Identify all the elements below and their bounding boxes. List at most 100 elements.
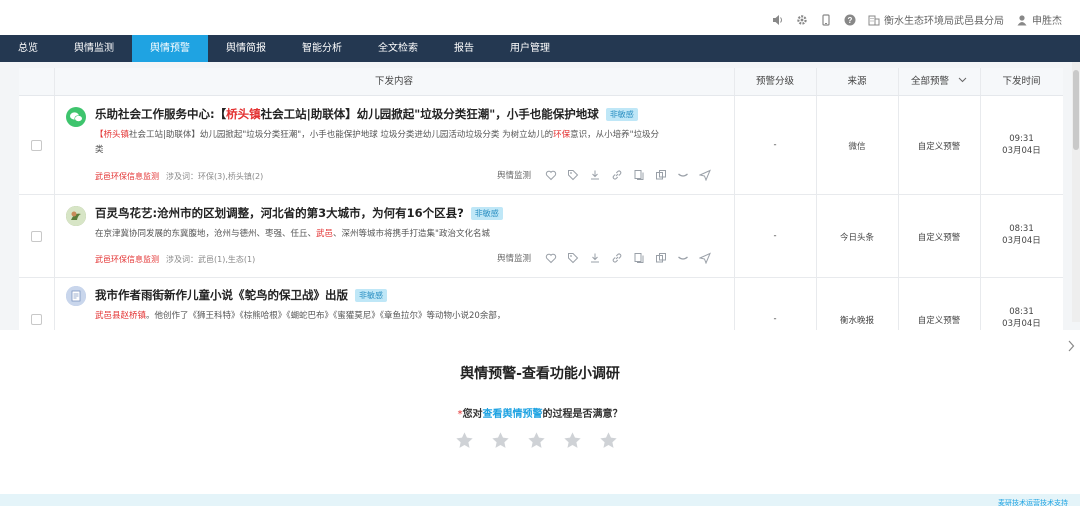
survey-question-link[interactable]: 查看舆情预警	[483, 409, 543, 420]
download-icon[interactable]	[589, 169, 601, 181]
link-icon[interactable]	[611, 169, 623, 181]
mobile-icon[interactable]	[820, 13, 832, 26]
download-icon[interactable]	[589, 252, 601, 264]
table-row: 百灵鸟花艺:沧州市的区划调整，河北省的第3大城市，为何有16个区县? 非敏感 在…	[19, 195, 1063, 278]
row-summary: 【桥头镇社会工站|助联体】幼儿园掀起"垃圾分类狂潮"，小手也能保护地球 垃圾分类…	[95, 130, 660, 155]
nav-briefing[interactable]: 舆情简报	[208, 35, 284, 62]
row-type: 自定义预警	[917, 316, 961, 326]
row-level: -	[773, 314, 777, 324]
nav-monitoring[interactable]: 舆情监测	[56, 35, 132, 62]
nav-search[interactable]: 全文检索	[360, 35, 436, 62]
row-summary: 武邑县赵桥镇。他创作了《狮王科特》《棕熊哈根》《蝴蛇巴布》《蜜獾莫尼》《章鱼拉尔…	[95, 311, 506, 321]
alert-table: 下发内容 预警分级 来源 全部预警 下发时间 乐助社会工作服务中心:【桥头镇社会…	[19, 68, 1063, 330]
row-title[interactable]: 我市作者雨街新作儿童小说《鸵鸟的保卫战》出版 非敏感	[95, 287, 388, 303]
duplicate-icon[interactable]	[655, 252, 667, 264]
star-icon[interactable]	[527, 431, 546, 450]
row-checkbox[interactable]	[31, 314, 42, 325]
col-time: 下发时间	[1002, 76, 1041, 87]
row-meta: 武邑环保信息监测 涉及词：武邑(1),生态(1)	[95, 254, 255, 265]
svg-text:?: ?	[848, 16, 853, 25]
col-type-filter[interactable]: 全部预警	[898, 68, 980, 96]
send-icon[interactable]	[699, 169, 711, 181]
duplicate-icon[interactable]	[655, 169, 667, 181]
row-time: 08:31 03月04日	[1002, 224, 1041, 246]
top-right-tools: ? 衡水生态环境局武邑县分局 申胜杰	[772, 12, 1062, 27]
table-row: 我市作者雨街新作儿童小说《鸵鸟的保卫战》出版 非敏感 武邑县赵桥镇。他创作了《狮…	[19, 278, 1063, 330]
volume-icon[interactable]	[772, 14, 784, 26]
chevron-right-icon[interactable]	[1067, 340, 1075, 355]
user-menu[interactable]: 申胜杰	[1016, 12, 1062, 27]
heart-icon[interactable]	[545, 252, 557, 264]
col-content: 下发内容	[374, 76, 413, 87]
sensitivity-badge: 非敏感	[355, 289, 388, 302]
meta-keywords: 涉及词：武邑(1),生态(1)	[166, 255, 256, 264]
row-level: -	[773, 140, 777, 150]
col-source: 来源	[847, 76, 867, 87]
row-level: -	[773, 231, 777, 241]
wechat-icon	[66, 107, 86, 127]
nav-alerts[interactable]: 舆情预警	[132, 35, 208, 62]
table-row: 乐助社会工作服务中心:【桥头镇社会工站|助联体】幼儿园掀起"垃圾分类狂潮"，小手…	[19, 96, 1063, 195]
news-avatar-icon	[66, 286, 86, 306]
copy-icon[interactable]	[633, 169, 645, 181]
footer-text[interactable]: 麦研技术运营技术支持	[998, 498, 1068, 506]
type-filter-label: 全部预警	[910, 76, 949, 87]
building-icon	[868, 14, 880, 26]
star-icon[interactable]	[599, 431, 618, 450]
nav-overview[interactable]: 总览	[0, 35, 56, 62]
row-title[interactable]: 乐助社会工作服务中心:【桥头镇社会工站|助联体】幼儿园掀起"垃圾分类狂潮"，小手…	[95, 106, 638, 122]
survey-title: 舆情预警-查看功能小调研	[460, 366, 620, 382]
collapse-icon[interactable]	[677, 252, 689, 264]
org-selector[interactable]: 衡水生态环境局武邑县分局	[868, 12, 1004, 27]
survey-panel: 舆情预警-查看功能小调研 *您对查看舆情预警的过程是否满意？	[0, 330, 1080, 494]
nav-analysis[interactable]: 智能分析	[284, 35, 360, 62]
meta-source[interactable]: 武邑环保信息监测	[95, 255, 159, 264]
nav-report[interactable]: 报告	[436, 35, 492, 62]
star-icon[interactable]	[563, 431, 582, 450]
tag-icon[interactable]	[567, 252, 579, 264]
meta-keywords: 涉及词：环保(3),桥头镇(2)	[166, 172, 264, 181]
copy-icon[interactable]	[633, 252, 645, 264]
survey-question: *您对查看舆情预警的过程是否满意？	[457, 409, 623, 420]
row-source: 衡水晚报	[839, 316, 874, 326]
row-actions: 舆情监测	[497, 252, 711, 264]
row-summary: 在京津冀协同发展的东冀腹地，沧州与德州、枣强、任丘、武邑、深州等城市将携手打造集…	[95, 229, 490, 239]
star-icon[interactable]	[455, 431, 474, 450]
top-bar: ? 衡水生态环境局武邑县分局 申胜杰	[0, 0, 1080, 35]
heart-icon[interactable]	[545, 169, 557, 181]
chevron-down-icon	[958, 68, 967, 96]
row-actions: 舆情监测	[497, 169, 711, 181]
main-nav: 总览 舆情监测 舆情预警 舆情简报 智能分析 全文检索 报告 用户管理	[0, 35, 1080, 62]
toutiao-avatar-icon	[66, 206, 86, 226]
gear-icon[interactable]	[796, 14, 808, 26]
tag-icon[interactable]	[567, 169, 579, 181]
footer-bar: 麦研技术运营技术支持	[0, 494, 1080, 506]
monitor-link[interactable]: 舆情监测	[497, 169, 531, 181]
row-meta: 武邑环保信息监测 涉及词：环保(3),桥头镇(2)	[95, 171, 263, 182]
collapse-icon[interactable]	[677, 169, 689, 181]
user-name: 申胜杰	[1032, 16, 1062, 27]
help-icon[interactable]: ?	[844, 14, 856, 26]
link-icon[interactable]	[611, 252, 623, 264]
row-checkbox[interactable]	[31, 231, 42, 242]
row-checkbox[interactable]	[31, 140, 42, 151]
row-title[interactable]: 百灵鸟花艺:沧州市的区划调整，河北省的第3大城市，为何有16个区县? 非敏感	[95, 205, 503, 221]
user-icon	[1016, 14, 1028, 26]
meta-source[interactable]: 武邑环保信息监测	[95, 172, 159, 181]
page-scrollbar-thumb[interactable]	[1073, 70, 1079, 150]
row-time: 08:31 03月04日	[1002, 307, 1041, 329]
sensitivity-badge: 非敏感	[605, 108, 638, 121]
star-icon[interactable]	[491, 431, 510, 450]
row-time: 09:31 03月04日	[1002, 134, 1041, 156]
star-rating[interactable]	[455, 431, 618, 450]
org-name: 衡水生态环境局武邑县分局	[884, 16, 1004, 27]
table-header: 下发内容 预警分级 来源 全部预警 下发时间	[19, 68, 1063, 96]
row-source: 今日头条	[839, 233, 874, 243]
nav-users[interactable]: 用户管理	[492, 35, 568, 62]
row-type: 自定义预警	[917, 233, 961, 243]
send-icon[interactable]	[699, 252, 711, 264]
row-source: 微信	[848, 142, 866, 152]
col-level: 预警分级	[755, 76, 794, 87]
row-type: 自定义预警	[917, 142, 961, 152]
monitor-link[interactable]: 舆情监测	[497, 252, 531, 264]
